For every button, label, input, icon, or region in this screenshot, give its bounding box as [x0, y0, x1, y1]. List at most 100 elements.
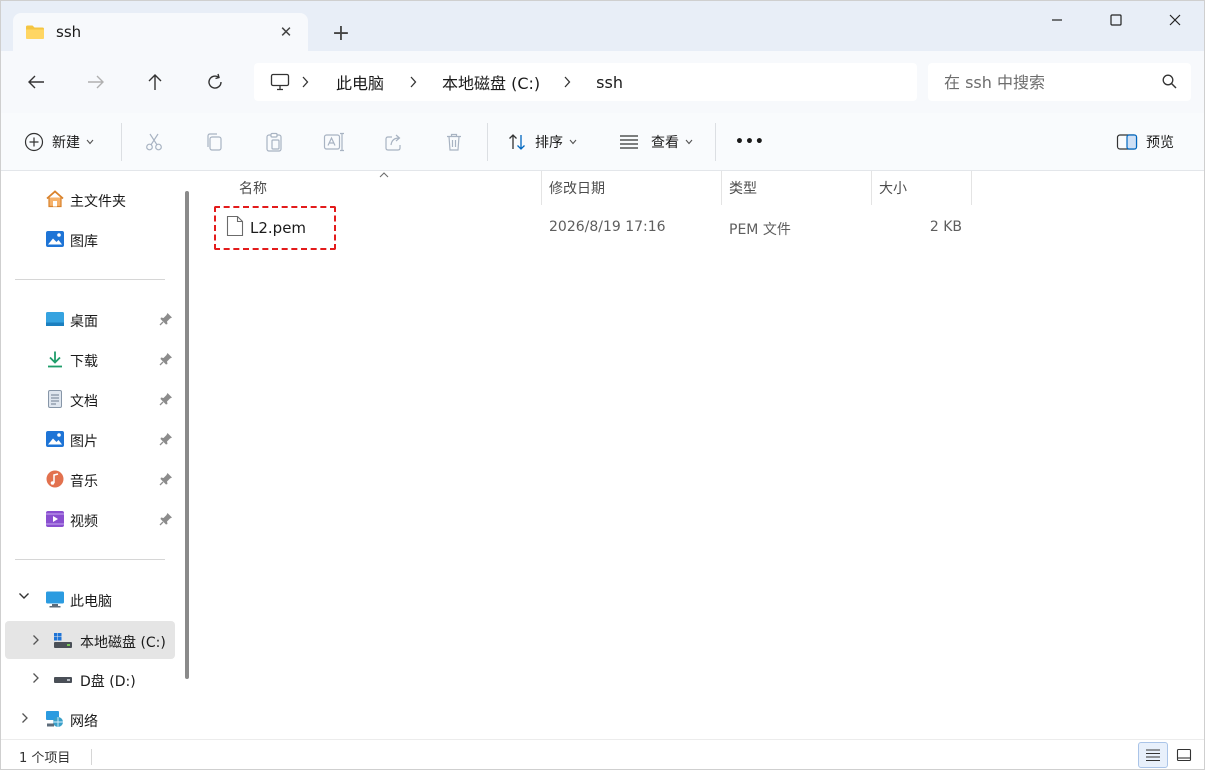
details-view-icon — [1146, 749, 1160, 762]
navigation-bar: 此电脑 本地磁盘 (C:) ssh — [1, 51, 1204, 113]
pin-icon[interactable] — [159, 512, 173, 526]
sidebar-item-videos[interactable]: 视频 — [5, 501, 175, 537]
sidebar-item-gallery[interactable]: 图库 — [5, 221, 175, 257]
address-bar[interactable]: 此电脑 本地磁盘 (C:) ssh — [254, 63, 917, 101]
scissors-icon — [146, 133, 162, 151]
copy-icon — [207, 133, 222, 151]
column-header-type[interactable]: 类型 — [729, 171, 757, 205]
file-type: PEM 文件 — [729, 222, 791, 238]
chevron-right-icon[interactable] — [32, 634, 40, 646]
this-pc-breadcrumb-icon[interactable] — [270, 73, 290, 91]
sidebar-item-label: D盘 (D:) — [80, 674, 136, 690]
pin-icon[interactable] — [159, 352, 173, 366]
search-input[interactable] — [944, 71, 1154, 93]
sidebar-item-pictures[interactable]: 图片 — [5, 421, 175, 457]
maximize-button[interactable] — [1087, 1, 1145, 39]
back-button[interactable] — [18, 64, 54, 100]
rename-button[interactable] — [321, 129, 347, 155]
sidebar-item-label: 文档 — [70, 394, 98, 410]
file-row[interactable]: L2.pem 2026/8/19 17:16 PEM 文件 2 KB — [197, 207, 1204, 247]
sidebar-item-drive-d[interactable]: D盘 (D:) — [5, 661, 175, 697]
gallery-icon — [46, 231, 64, 247]
sidebar-item-music[interactable]: 音乐 — [5, 461, 175, 497]
preview-button[interactable]: 预览 — [1116, 127, 1174, 157]
refresh-icon — [208, 73, 222, 89]
chevron-right-icon[interactable] — [21, 712, 29, 724]
column-divider[interactable] — [541, 171, 542, 205]
view-button[interactable]: 查看 — [619, 127, 693, 157]
home-icon — [46, 190, 64, 208]
paste-button[interactable] — [261, 129, 287, 155]
sidebar-item-downloads[interactable]: 下载 — [5, 341, 175, 377]
column-divider[interactable] — [721, 171, 722, 205]
new-tab-button[interactable]: + — [327, 20, 355, 46]
tiles-view-icon — [1176, 748, 1192, 762]
sidebar-item-local-disk-c[interactable]: 本地磁盘 (C:) — [5, 621, 175, 659]
tab-ssh[interactable]: ssh ✕ — [13, 13, 308, 51]
new-button[interactable]: 新建 — [24, 127, 94, 157]
monitor-icon — [270, 73, 290, 91]
chevron-down-icon — [569, 139, 577, 145]
breadcrumb-local-disk-c[interactable]: 本地磁盘 (C:) — [442, 70, 540, 94]
item-count: 1 个项目 — [19, 751, 71, 766]
sort-button[interactable]: 排序 — [507, 127, 577, 157]
minimize-button[interactable] — [1028, 1, 1086, 39]
arrow-right-icon — [88, 75, 104, 89]
this-pc-icon — [46, 591, 64, 608]
sidebar-item-label: 网络 — [70, 714, 98, 730]
more-options-button[interactable]: ••• — [735, 127, 765, 157]
column-divider[interactable] — [971, 171, 972, 205]
tab-title: ssh — [56, 23, 82, 41]
sidebar-item-home[interactable]: 主文件夹 — [5, 181, 175, 217]
status-divider — [91, 749, 92, 765]
title-bar: ssh ✕ + — [1, 1, 1204, 51]
cut-button[interactable] — [141, 129, 167, 155]
toolbar-divider — [121, 123, 122, 161]
search-box[interactable] — [928, 63, 1191, 101]
column-header-date[interactable]: 修改日期 — [549, 171, 605, 205]
column-divider[interactable] — [871, 171, 872, 205]
breadcrumb-chevron-icon[interactable] — [290, 76, 320, 88]
sidebar-item-label: 本地磁盘 (C:) — [80, 635, 166, 651]
pin-icon[interactable] — [159, 392, 173, 406]
sidebar-item-label: 图片 — [70, 434, 98, 450]
breadcrumb-chevron-icon[interactable] — [552, 76, 582, 88]
sort-icon — [509, 134, 525, 150]
sidebar-item-desktop[interactable]: 桌面 — [5, 301, 175, 337]
navigation-pane-scrollbar[interactable] — [185, 191, 189, 679]
file-explorer-window: ssh ✕ + 此电脑 本地磁盘 (C:) ssh 在 ssh 中搜索 新建 排… — [0, 0, 1205, 770]
share-icon — [385, 134, 401, 151]
delete-button[interactable] — [441, 129, 467, 155]
pin-icon[interactable] — [159, 472, 173, 486]
sort-ascending-icon — [379, 172, 389, 178]
tiles-view-button[interactable] — [1169, 742, 1199, 768]
share-button[interactable] — [381, 129, 407, 155]
refresh-button[interactable] — [197, 64, 233, 100]
sidebar-item-network[interactable]: 网络 — [5, 701, 175, 737]
pin-icon[interactable] — [159, 432, 173, 446]
search-icon[interactable] — [1162, 74, 1177, 89]
close-tab-icon[interactable]: ✕ — [276, 22, 296, 42]
drive-c-icon — [54, 633, 72, 648]
breadcrumb-chevron-icon[interactable] — [398, 76, 428, 88]
chevron-right-icon[interactable] — [32, 672, 40, 684]
video-icon — [46, 511, 64, 527]
details-view-button[interactable] — [1138, 742, 1168, 768]
forward-button[interactable] — [78, 64, 114, 100]
close-window-button[interactable] — [1146, 1, 1204, 39]
column-header-size[interactable]: 大小 — [879, 171, 907, 205]
file-date: 2026/8/19 17:16 — [549, 219, 666, 235]
sidebar-divider — [15, 559, 165, 560]
sidebar-item-documents[interactable]: 文档 — [5, 381, 175, 417]
trash-icon — [447, 133, 461, 151]
document-icon — [48, 390, 62, 408]
chevron-down-icon[interactable] — [18, 592, 30, 600]
chevron-down-icon — [86, 139, 94, 145]
copy-button[interactable] — [201, 129, 227, 155]
breadcrumb-ssh[interactable]: ssh — [596, 73, 623, 92]
pin-icon[interactable] — [159, 312, 173, 326]
sidebar-item-this-pc[interactable]: 此电脑 — [5, 581, 175, 617]
breadcrumb-this-pc[interactable]: 此电脑 — [336, 70, 384, 94]
up-button[interactable] — [137, 64, 173, 100]
column-header-name[interactable]: 名称 — [239, 171, 267, 205]
